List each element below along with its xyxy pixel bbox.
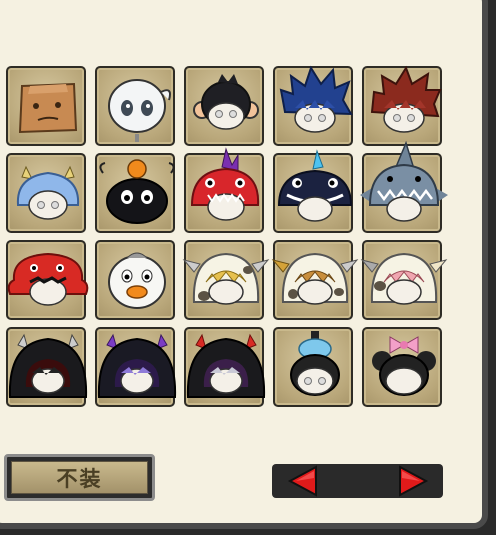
red-octopus-hood-icon [7, 252, 89, 306]
page-navigation [272, 464, 443, 498]
black-devil-hood-red-icon [8, 333, 88, 398]
black-pumpkin-blob-icon [99, 159, 175, 224]
blue-bun-top-icon [290, 331, 340, 396]
blue-horned-hair-icon [16, 165, 80, 220]
prev-page-button[interactable] [284, 464, 324, 498]
black-devil-hood-silver-icon [186, 333, 266, 398]
costume-slot-red-hair[interactable] [362, 65, 442, 146]
no-costume-button-label: 不装 [56, 466, 103, 491]
costume-slot-pumpkin-blob[interactable] [95, 153, 175, 233]
monkey-hood-icon [193, 74, 259, 130]
black-devil-hood-purple-icon [97, 333, 177, 398]
costume-slot-pink-bow[interactable] [362, 327, 442, 407]
costume-slot-blue-horned[interactable] [6, 153, 86, 233]
white-duck-hood-icon [108, 252, 166, 309]
ghost-skull-mask-icon [108, 79, 171, 142]
red-spiky-hair-icon [370, 65, 442, 133]
costume-slot-blue-bun[interactable] [273, 327, 353, 407]
costume-slot-whale[interactable] [273, 149, 353, 233]
next-page-button[interactable] [392, 464, 432, 498]
no-costume-button[interactable]: 不装 [4, 454, 155, 501]
costume-slot-paper-bag[interactable] [6, 66, 86, 146]
costume-slot-octopus[interactable] [6, 240, 89, 320]
paper-bag-mask-icon [18, 82, 78, 134]
no-costume-button-face: 不装 [11, 461, 148, 494]
costume-slot-red-dragon[interactable] [184, 147, 264, 233]
cow-hood-blonde-icon [182, 252, 270, 305]
arrow-left-icon [287, 465, 317, 497]
red-dragon-hood-icon [190, 147, 260, 221]
costume-slot-ghost[interactable] [95, 66, 175, 146]
arrow-right-icon [399, 465, 429, 497]
shark-hood-icon [360, 140, 448, 222]
costume-slot-shark[interactable] [360, 140, 448, 233]
costume-slot-devil-red[interactable] [6, 327, 88, 407]
navy-whale-hood-icon [277, 149, 353, 222]
costume-slot-devil-purple[interactable] [95, 327, 177, 407]
costume-slot-monkey[interactable] [184, 66, 264, 146]
pink-bow-ears-icon [372, 336, 436, 396]
costume-slot-cow-pink[interactable] [360, 240, 448, 320]
costume-slot-cow-blonde[interactable] [182, 240, 270, 320]
blue-spiky-hair-icon [279, 65, 353, 133]
costume-slot-blue-hair[interactable] [273, 65, 353, 146]
cow-hood-pink-icon [360, 252, 448, 305]
cow-hood-brown-icon [271, 252, 359, 305]
costume-slot-cow-brown[interactable] [271, 240, 359, 320]
costume-slot-devil-silver[interactable] [184, 327, 266, 407]
costume-slot-duck[interactable] [95, 240, 175, 320]
